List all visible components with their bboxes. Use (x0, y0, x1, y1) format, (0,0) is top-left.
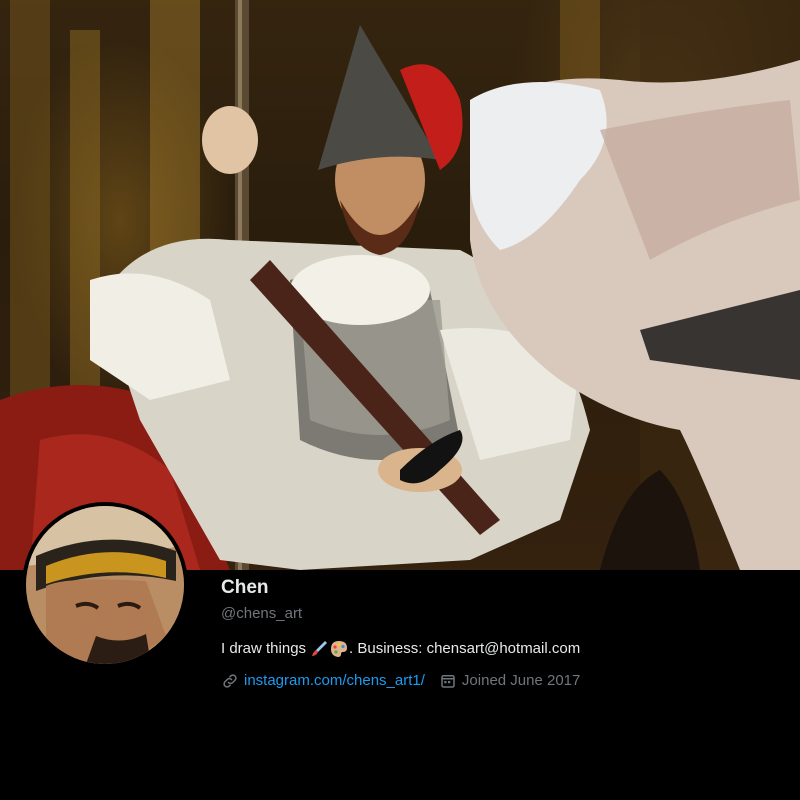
display-name: Chen (221, 577, 269, 598)
banner-painting (0, 0, 800, 570)
website-link[interactable]: instagram.com/chens_art1/ (244, 671, 425, 691)
joined-date-item: Joined June 2017 (439, 671, 580, 691)
palette-emoji-icon (330, 640, 348, 658)
header-banner-image[interactable] (0, 0, 800, 570)
calendar-icon (439, 672, 457, 690)
link-icon (221, 672, 239, 690)
bio-text-prefix: I draw things (221, 640, 307, 657)
profile-page: Chen @chens_art I draw things . Business… (0, 0, 800, 800)
joined-date: Joined June 2017 (461, 672, 581, 689)
bio-text-suffix: . Business: chensart@hotmail.com (349, 640, 581, 657)
profile-meta: instagram.com/chens_art1/ Joined June 20… (221, 671, 781, 691)
profile-avatar[interactable] (22, 502, 188, 668)
website-item: instagram.com/chens_art1/ (221, 671, 425, 691)
avatar-portrait (26, 506, 184, 664)
profile-info: Chen @chens_art I draw things . Business… (221, 576, 781, 691)
user-handle: @chens_art (221, 605, 303, 622)
paintbrush-emoji-icon (310, 640, 328, 658)
avatar-image (26, 506, 184, 664)
profile-bio: I draw things . Business: chensart@hotma… (221, 639, 781, 659)
